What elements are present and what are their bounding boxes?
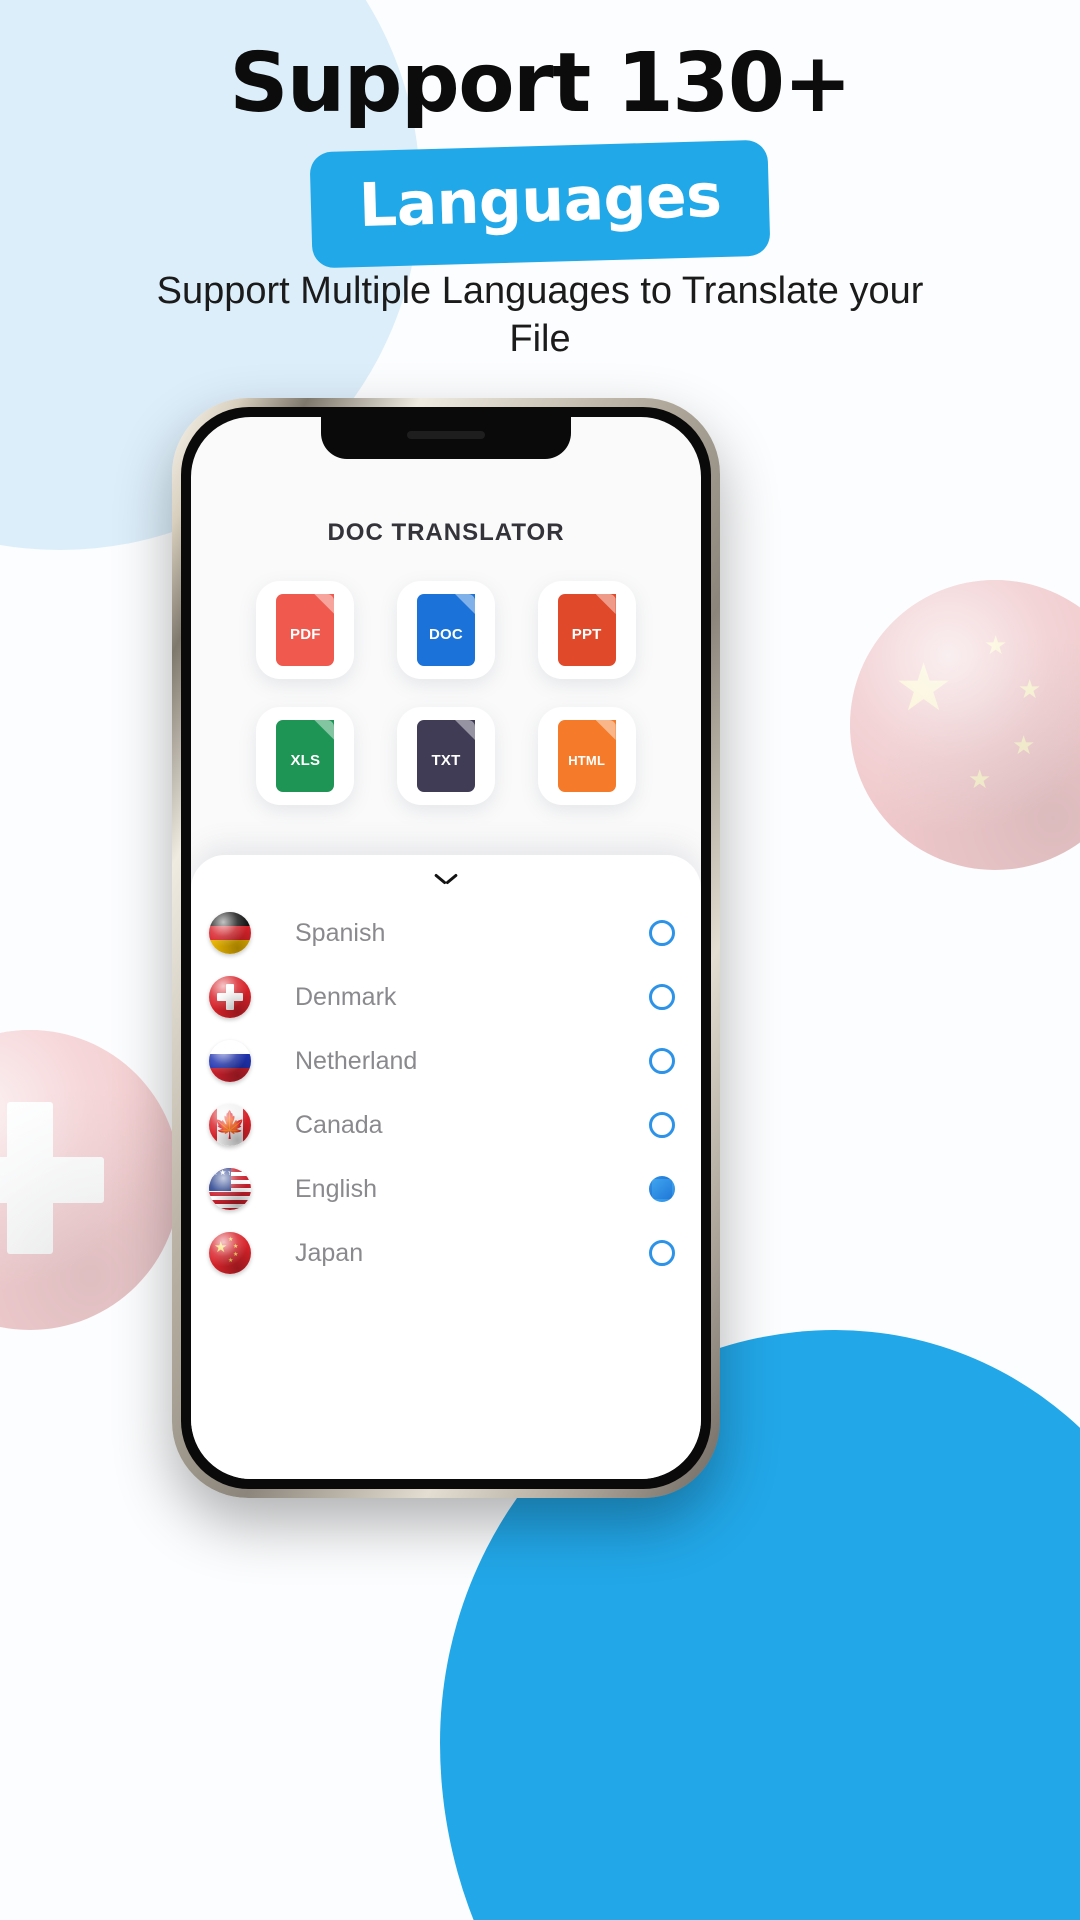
promo-screenshot: ★ ★ ★ ★ ★ Support 130+ Languages Support…: [0, 0, 1080, 1920]
language-row-netherland[interactable]: Netherland: [191, 1029, 701, 1093]
language-label: Netherland: [295, 1046, 418, 1075]
language-label: Japan: [295, 1238, 364, 1267]
usa-flag-icon: ★★★★★★★★★: [209, 1168, 251, 1210]
language-bottom-sheet: Spanish Denmark Netherland 🍁 Canada ★★ E…: [191, 855, 701, 1479]
language-label: Denmark: [295, 982, 397, 1011]
switzerland-flag-icon: [209, 976, 251, 1018]
page-title: Support 130+: [229, 36, 852, 131]
china-flag-sphere: ★ ★ ★ ★ ★: [850, 580, 1080, 870]
language-radio[interactable]: [649, 984, 675, 1010]
language-radio-selected[interactable]: [649, 1176, 675, 1202]
page-fold-icon: [595, 720, 616, 740]
russia-flag-icon: [209, 1040, 251, 1082]
language-radio[interactable]: [649, 1048, 675, 1074]
page-fold-icon: [595, 594, 616, 614]
app-title: DOC TRANSLATOR: [327, 519, 565, 546]
page-fold-icon: [314, 594, 335, 614]
page-subtitle: Support Multiple Languages to Translate …: [156, 270, 924, 360]
language-label: Spanish: [295, 918, 386, 947]
switzerland-flag-sphere: [0, 1030, 180, 1330]
language-row-canada[interactable]: 🍁 Canada: [191, 1093, 701, 1157]
languages-badge: Languages: [309, 139, 771, 269]
xls-icon: XLS: [276, 720, 335, 792]
file-ext-label: DOC: [429, 625, 463, 643]
html-icon: HTML: [557, 720, 616, 792]
file-ext-label: TXT: [431, 751, 461, 769]
phone-bezel: DOC TRANSLATOR PDF DOC PPT XLS TXT HTML …: [181, 407, 711, 1489]
canada-flag-icon: 🍁: [209, 1104, 251, 1146]
file-type-html[interactable]: HTML: [537, 707, 636, 805]
file-type-xls[interactable]: XLS: [256, 707, 355, 805]
phone-screen: DOC TRANSLATOR PDF DOC PPT XLS TXT HTML …: [191, 417, 701, 1479]
ppt-icon: PPT: [557, 594, 616, 666]
language-radio[interactable]: [649, 1240, 675, 1266]
file-type-grid: PDF DOC PPT XLS TXT HTML: [235, 581, 657, 805]
pdf-icon: PDF: [276, 594, 335, 666]
file-type-ppt[interactable]: PPT: [537, 581, 636, 679]
chevron-down-icon: [435, 872, 457, 884]
page-fold-icon: [314, 720, 335, 740]
language-label: English: [295, 1174, 377, 1203]
txt-icon: TXT: [416, 720, 475, 792]
file-type-pdf[interactable]: PDF: [256, 581, 355, 679]
page-fold-icon: [454, 720, 475, 740]
language-label: Canada: [295, 1110, 383, 1139]
language-row-japan[interactable]: ★ ★ ★ ★ ★ Japan: [191, 1221, 701, 1285]
language-radio[interactable]: [649, 920, 675, 946]
language-row-spanish[interactable]: Spanish: [191, 901, 701, 965]
collapse-sheet-button[interactable]: [191, 855, 701, 901]
language-radio[interactable]: [649, 1112, 675, 1138]
phone-notch: [321, 417, 571, 459]
earpiece-speaker: [407, 431, 485, 439]
doc-icon: DOC: [416, 594, 475, 666]
phone-mockup: DOC TRANSLATOR PDF DOC PPT XLS TXT HTML …: [172, 398, 720, 1498]
germany-flag-icon: [209, 912, 251, 954]
file-ext-label: PPT: [571, 625, 602, 643]
file-ext-label: HTML: [568, 752, 606, 768]
file-type-txt[interactable]: TXT: [396, 707, 495, 805]
china-flag-icon: ★ ★ ★ ★ ★: [209, 1232, 251, 1274]
file-type-doc[interactable]: DOC: [396, 581, 495, 679]
file-ext-label: PDF: [290, 625, 321, 643]
badge-container: Languages: [0, 139, 1080, 269]
language-row-denmark[interactable]: Denmark: [191, 965, 701, 1029]
language-row-english[interactable]: ★★★★★★★★★ English: [191, 1157, 701, 1221]
page-fold-icon: [454, 594, 475, 614]
file-ext-label: XLS: [290, 751, 321, 769]
